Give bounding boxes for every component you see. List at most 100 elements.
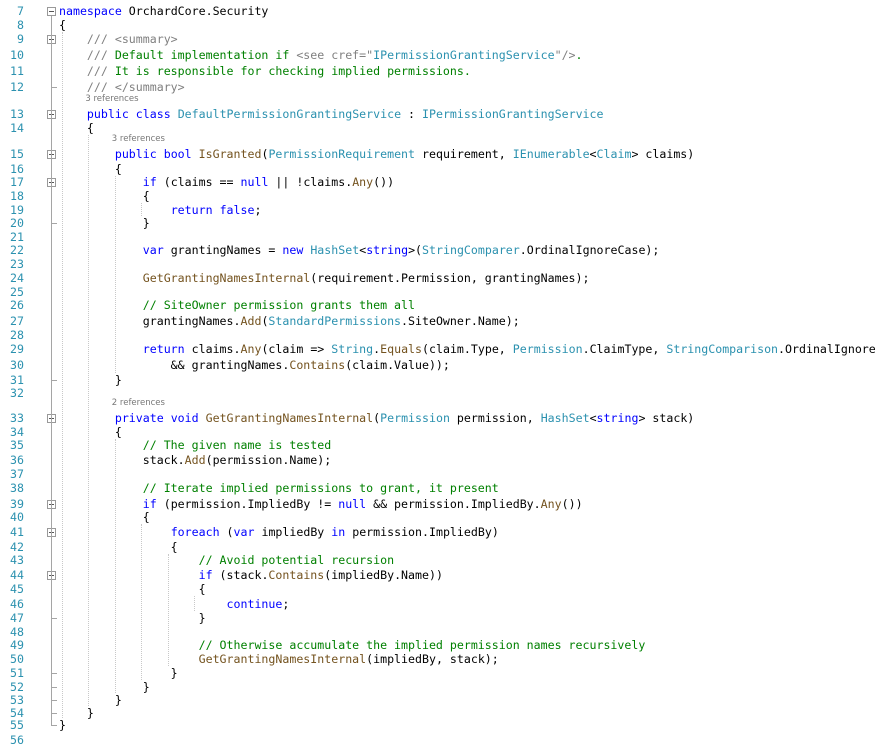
code-token: <summary> bbox=[114, 32, 178, 46]
code-token: Claim bbox=[596, 147, 632, 161]
line-number: 51 bbox=[10, 666, 24, 680]
code-text: var grantingNames = new HashSet<string>(… bbox=[59, 243, 660, 257]
outline-end bbox=[51, 700, 57, 701]
code-token: .SiteOwner.Name); bbox=[401, 314, 520, 328]
codelens-references[interactable]: 3 references bbox=[112, 134, 165, 144]
line-number: 34 bbox=[10, 425, 24, 439]
code-text: } bbox=[59, 666, 178, 680]
line-number: 43 bbox=[10, 553, 24, 567]
code-text: // Avoid potential recursion bbox=[59, 553, 394, 567]
code-text: && grantingNames.Contains(claim.Value)); bbox=[59, 358, 450, 372]
code-token: // Iterate implied permissions to grant,… bbox=[142, 481, 499, 495]
line-number: 15 bbox=[10, 147, 24, 161]
code-token: IPermissionGrantingService bbox=[373, 48, 555, 62]
code-token: claims. bbox=[184, 342, 241, 356]
code-token: (permission.ImpliedBy != bbox=[156, 497, 339, 511]
code-text: { bbox=[59, 18, 66, 32]
code-token: null bbox=[240, 175, 269, 189]
code-token: permission, bbox=[449, 411, 541, 425]
code-token: var bbox=[142, 243, 164, 257]
code-token: string bbox=[596, 411, 639, 425]
code-token: /// bbox=[86, 48, 115, 62]
line-number: 55 bbox=[10, 718, 24, 732]
code-token: Any bbox=[240, 342, 262, 356]
code-text: { bbox=[59, 162, 122, 176]
code-token: // SiteOwner permission grants them all bbox=[142, 298, 415, 312]
outline-end bbox=[51, 380, 57, 381]
code-token: Any bbox=[540, 497, 562, 511]
code-token: } bbox=[59, 373, 122, 387]
line-number: 47 bbox=[10, 611, 24, 625]
line-number: 18 bbox=[10, 189, 24, 203]
line-number: 16 bbox=[10, 162, 24, 176]
line-number: 11 bbox=[10, 64, 24, 78]
code-token: IsGranted bbox=[198, 147, 262, 161]
line-number: 39 bbox=[10, 497, 24, 511]
code-token: .ClaimType, bbox=[582, 342, 667, 356]
code-text: foreach (var impliedBy in permission.Imp… bbox=[59, 525, 499, 539]
code-text: private void GetGrantingNamesInternal(Pe… bbox=[59, 411, 694, 425]
code-editor[interactable]: 7 namespace OrchardCore.Security 8 {9 /// <… bbox=[0, 0, 875, 747]
line-number: 45 bbox=[10, 582, 24, 596]
code-token: DefaultPermissionGrantingService bbox=[177, 107, 402, 121]
code-token: /// bbox=[86, 80, 115, 94]
line-number: 28 bbox=[10, 328, 24, 342]
code-token: "/> bbox=[554, 48, 576, 62]
line-number: 19 bbox=[10, 203, 24, 217]
code-token: { bbox=[59, 18, 66, 32]
code-text: if (claims == null || !claims.Any()) bbox=[59, 175, 394, 189]
code-token: < bbox=[589, 411, 597, 425]
code-text: if (stack.Contains(impliedBy.Name)) bbox=[59, 568, 443, 582]
line-number: 53 bbox=[10, 693, 24, 707]
codelens-references[interactable]: 3 references bbox=[85, 94, 138, 104]
line-number: 41 bbox=[10, 525, 24, 539]
code-token: if bbox=[142, 175, 157, 189]
code-token: (impliedBy.Name)) bbox=[324, 568, 443, 582]
outline-end bbox=[51, 687, 57, 688]
code-token: </summary> bbox=[114, 80, 185, 94]
code-token: { bbox=[59, 121, 94, 135]
code-token: { bbox=[59, 162, 122, 176]
code-token: null bbox=[338, 497, 367, 511]
code-token: // Avoid potential recursion bbox=[198, 553, 395, 567]
code-token: (stack. bbox=[212, 568, 269, 582]
collapse-toggle[interactable] bbox=[47, 7, 56, 16]
code-text: /// </summary> bbox=[59, 80, 185, 94]
code-token: grantingNames = bbox=[163, 243, 283, 257]
code-token: return bbox=[170, 203, 213, 217]
code-token: Add bbox=[184, 453, 206, 467]
outline-end bbox=[51, 618, 57, 619]
line-number: 30 bbox=[10, 358, 24, 372]
code-text: grantingNames.Add(StandardPermissions.Si… bbox=[59, 314, 520, 328]
code-token: impliedBy bbox=[254, 525, 332, 539]
line-number: 29 bbox=[10, 342, 24, 356]
code-token: requirement, bbox=[415, 147, 513, 161]
line-number: 22 bbox=[10, 243, 24, 257]
code-token: if bbox=[198, 568, 213, 582]
code-text: if (permission.ImpliedBy != null && perm… bbox=[59, 497, 583, 511]
code-token: { bbox=[59, 510, 150, 524]
code-token: (claim.Value)); bbox=[345, 358, 450, 372]
line-number: 52 bbox=[10, 680, 24, 694]
codelens-references[interactable]: 2 references bbox=[112, 398, 165, 408]
change-margin bbox=[40, 0, 43, 740]
code-token: void bbox=[170, 411, 199, 425]
code-token: It is responsible for checking implied p… bbox=[114, 64, 471, 78]
code-token: permission.ImpliedBy) bbox=[345, 525, 499, 539]
code-text: } bbox=[59, 216, 150, 230]
line-number: 25 bbox=[10, 285, 24, 299]
